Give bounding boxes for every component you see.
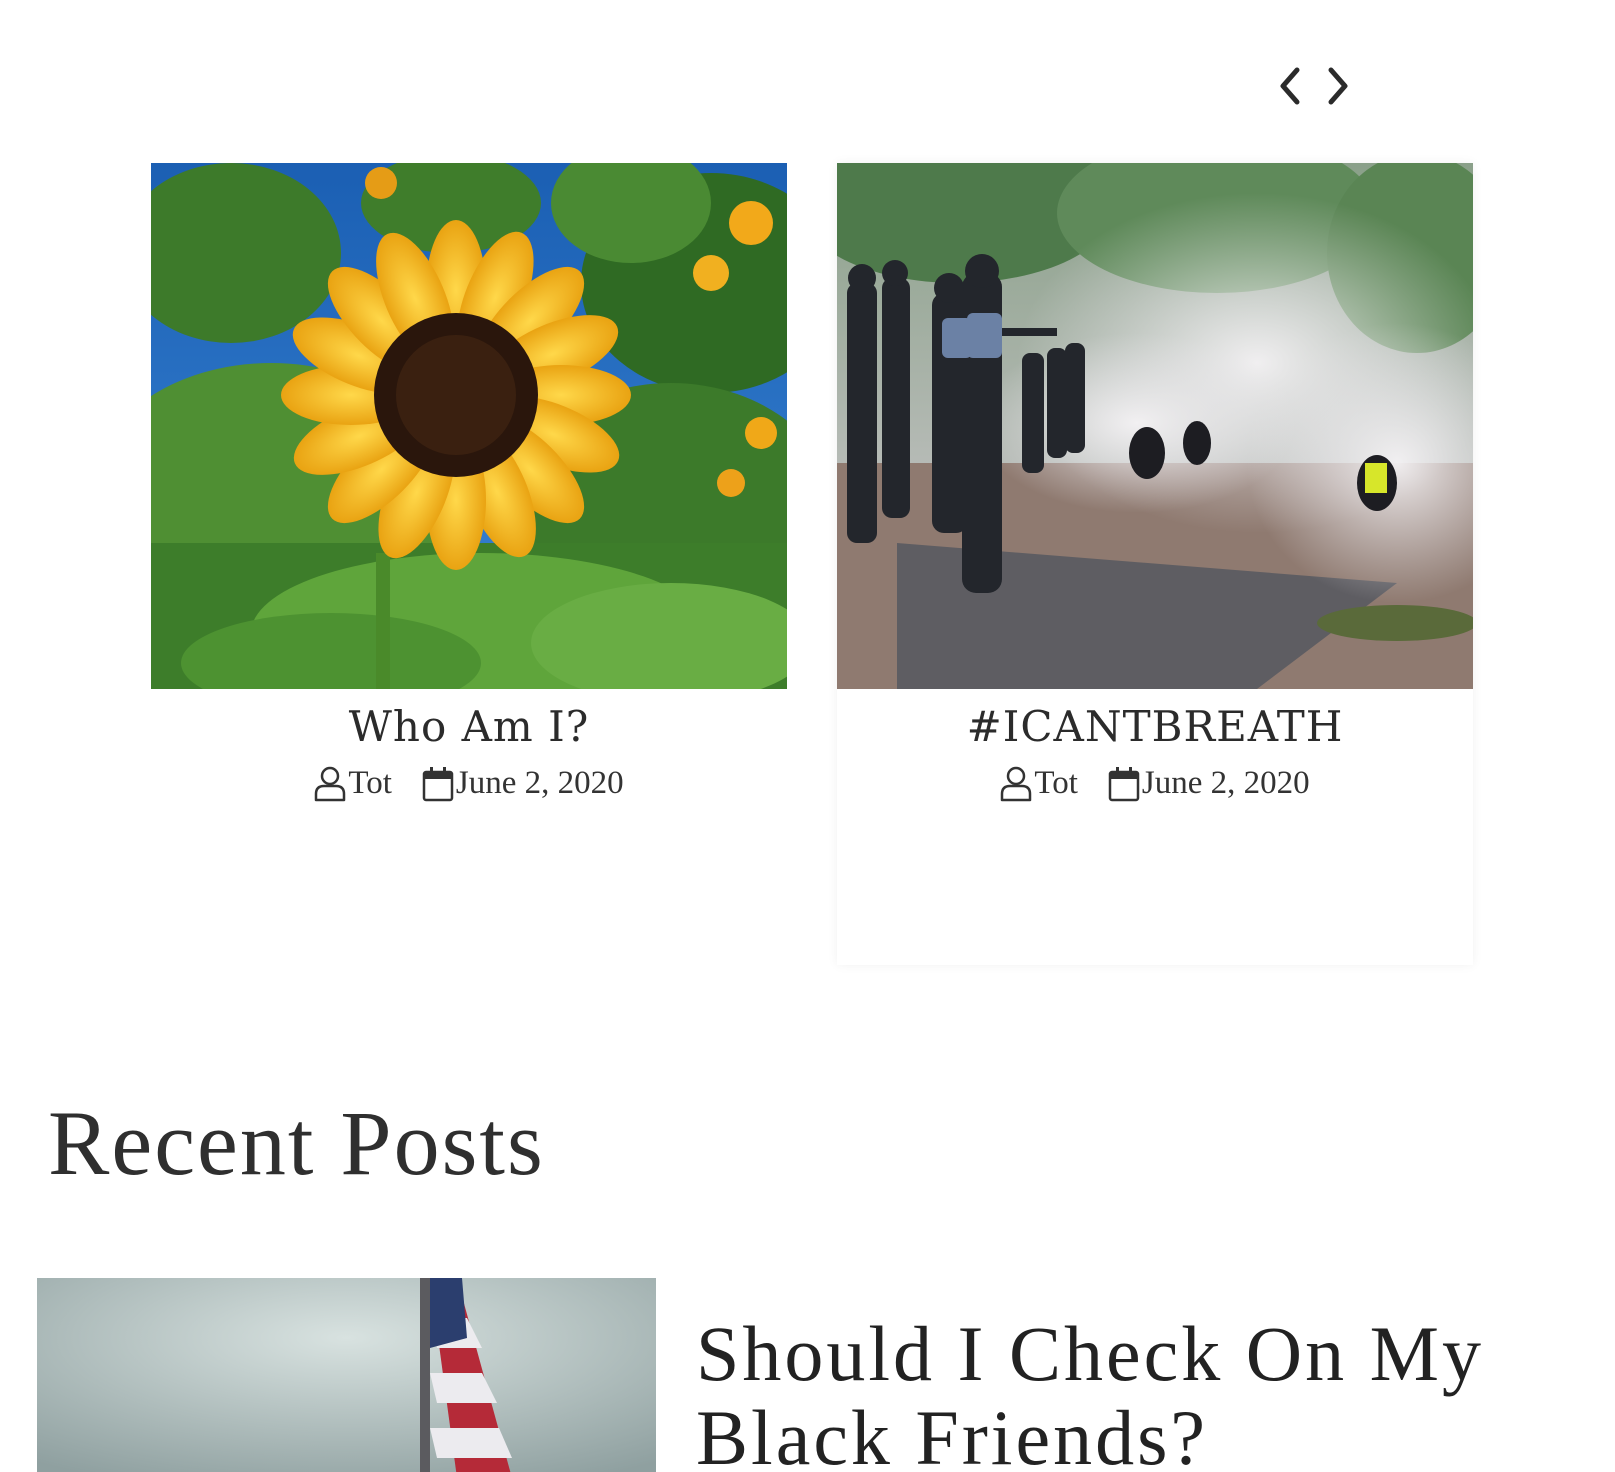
chevron-right-icon	[1328, 67, 1348, 105]
page: Who Am I? Tot June 2, 2020 #ICANTBREATH …	[0, 0, 1615, 1472]
protest-photo[interactable]	[837, 163, 1473, 689]
post-date[interactable]: June 2, 2020	[422, 765, 624, 802]
recent-post-title[interactable]: Should I Check On My Black Friends?	[696, 1312, 1516, 1472]
post-title[interactable]: #ICANTBREATH	[837, 701, 1473, 753]
carousel-prev-button[interactable]	[1270, 62, 1310, 110]
sunflower-photo[interactable]	[151, 163, 787, 689]
calendar-icon	[422, 766, 454, 801]
user-icon	[1001, 766, 1032, 801]
featured-post-card[interactable]: Who Am I? Tot June 2, 2020	[151, 163, 787, 965]
date-text: June 2, 2020	[455, 765, 624, 801]
post-title[interactable]: Who Am I?	[151, 701, 787, 753]
date-text: June 2, 2020	[1141, 765, 1310, 801]
post-author[interactable]: Tot	[314, 765, 392, 802]
post-meta: Tot June 2, 2020	[151, 765, 787, 802]
post-meta: Tot June 2, 2020	[837, 765, 1473, 802]
carousel-next-button[interactable]	[1318, 62, 1358, 110]
author-name: Tot	[348, 765, 392, 801]
carousel-nav	[1270, 62, 1360, 110]
recent-posts-heading: Recent Posts	[48, 1092, 545, 1194]
american-flag-photo[interactable]	[37, 1278, 656, 1472]
chevron-left-icon	[1280, 67, 1300, 105]
calendar-icon	[1108, 766, 1140, 801]
post-author[interactable]: Tot	[1000, 765, 1078, 802]
user-icon	[315, 766, 346, 801]
author-name: Tot	[1034, 765, 1078, 801]
featured-post-card[interactable]: #ICANTBREATH Tot June 2, 2020	[837, 163, 1473, 965]
post-date[interactable]: June 2, 2020	[1108, 765, 1310, 802]
